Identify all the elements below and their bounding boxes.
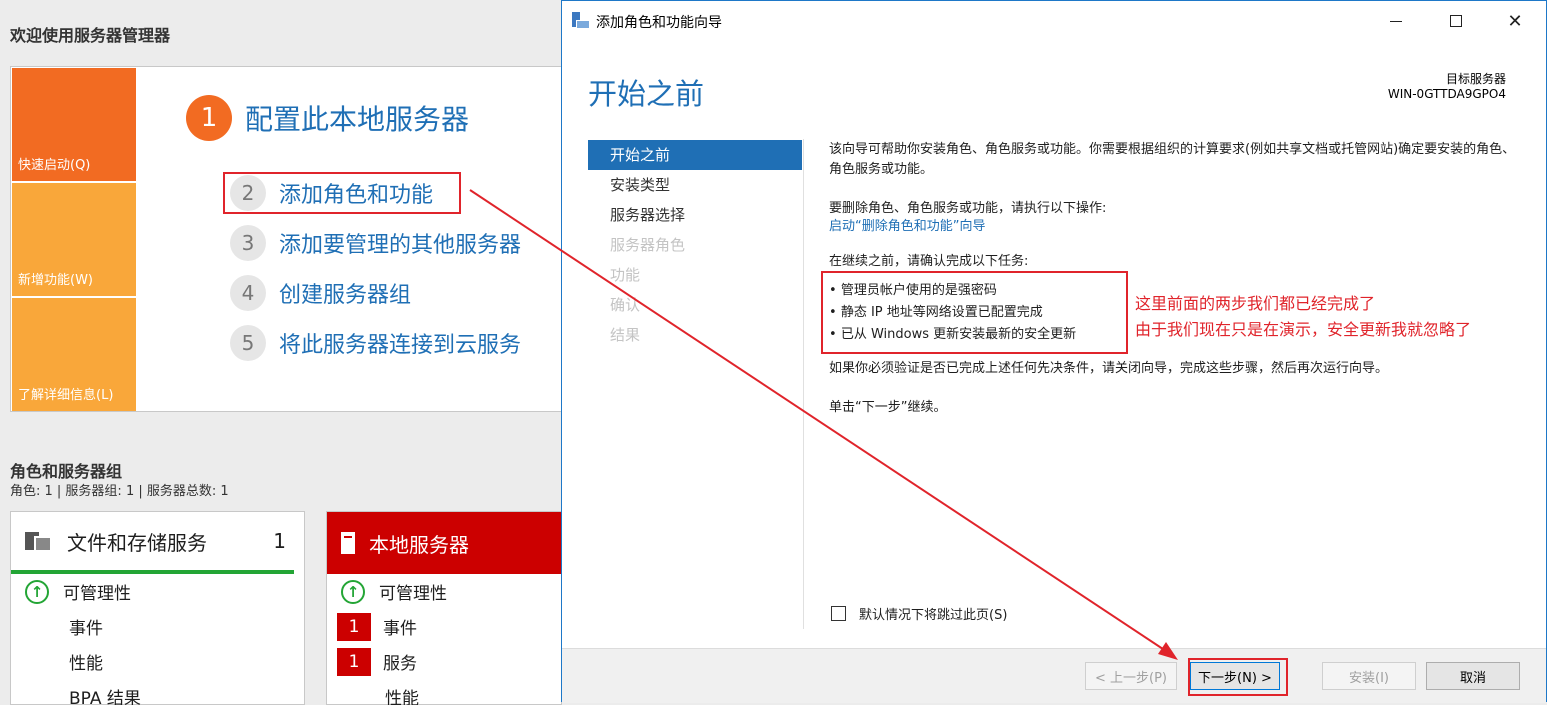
- step-4-label: 创建服务器组: [279, 283, 412, 308]
- roles-section-title: 角色和服务器组: [10, 462, 123, 481]
- card-row-label: 性能: [69, 654, 103, 674]
- file-storage-card-header[interactable]: 文件和存储服务 1: [11, 512, 294, 574]
- up-arrow-ok-icon: ↑: [341, 579, 365, 604]
- skip-page-checkbox[interactable]: [831, 606, 846, 621]
- annotation-text-2: 由于我们现在只是在演示，安全更新我就忽略了: [1135, 320, 1472, 339]
- click-next-text: 单击“下一步”继续。: [829, 400, 947, 415]
- step-5-label: 将此服务器连接到云服务: [279, 333, 522, 358]
- nav-installation-type[interactable]: 安装类型: [588, 170, 802, 200]
- nav-confirmation: 确认: [610, 296, 641, 314]
- skip-page-checkbox-label: 默认情况下将跳过此页(S): [859, 608, 1008, 623]
- step-5-connect-cloud[interactable]: 5 将此服务器连接到云服务: [230, 325, 521, 361]
- local-server-card-header[interactable]: 本地服务器: [327, 512, 561, 574]
- minimize-icon: [1390, 20, 1402, 22]
- card-row-label: 事件: [383, 619, 417, 639]
- step-4-number: 4: [230, 275, 266, 311]
- card-row[interactable]: BPA 结果: [11, 679, 304, 705]
- card-row[interactable]: ↑ 可管理性: [327, 574, 561, 609]
- tile-learn-more[interactable]: 了解详细信息(L): [12, 298, 136, 411]
- annotation-box-next-button: [1188, 658, 1288, 696]
- card-row-label: 性能: [385, 689, 419, 705]
- quick-start-panel: 快速启动(Q) 新增功能(W) 了解详细信息(L) 1 配置此本地服务器 2 添…: [10, 66, 565, 412]
- alert-count-badge: 1: [337, 612, 371, 641]
- local-server-card-title: 本地服务器: [369, 532, 469, 557]
- step-1-configure-local-server[interactable]: 1 配置此本地服务器: [186, 95, 469, 141]
- close-button[interactable]: ✕: [1503, 9, 1527, 33]
- intro-text: 该向导可帮助你安装角色、角色服务或功能。你需要根据组织的计算要求(例如共享文档或…: [829, 142, 1516, 177]
- card-row-label: 服务: [383, 654, 417, 674]
- tile-learn-more-label: 了解详细信息(L): [18, 388, 114, 403]
- maximize-icon: [1450, 15, 1462, 27]
- tile-whats-new[interactable]: 新增功能(W): [12, 183, 136, 296]
- target-server-label: 目标服务器: [1445, 72, 1506, 86]
- step-1-label: 配置此本地服务器: [245, 103, 470, 136]
- file-storage-card-count: 1: [273, 529, 286, 553]
- wizard-footer: < 上一步(P) 下一步(N) > 安装(I) 取消: [562, 648, 1546, 703]
- folder-icon: [25, 530, 53, 552]
- nav-divider: [803, 139, 804, 629]
- card-row[interactable]: 性能: [327, 679, 561, 705]
- card-row-label: 可管理性: [379, 584, 447, 604]
- card-row-label: 事件: [69, 619, 103, 639]
- intro-paragraph: 该向导可帮助你安装角色、角色服务或功能。你需要根据组织的计算要求(例如共享文档或…: [829, 140, 1524, 180]
- alert-count-badge: 1: [337, 647, 371, 676]
- remove-roles-link[interactable]: 启动“删除角色和功能”向导: [829, 215, 985, 234]
- server-icon: [341, 532, 355, 554]
- nav-results: 结果: [610, 326, 641, 344]
- card-row-label: BPA 结果: [69, 689, 141, 705]
- welcome-title: 欢迎使用服务器管理器: [10, 26, 171, 45]
- target-server-value: WIN-0GTTDA9GPO4: [1387, 87, 1506, 101]
- minimize-button[interactable]: [1384, 9, 1408, 33]
- card-row[interactable]: 事件: [11, 609, 304, 644]
- step-3-number: 3: [230, 225, 266, 261]
- close-icon: ✕: [1507, 10, 1523, 32]
- install-button[interactable]: 安装(I): [1322, 662, 1416, 690]
- card-row[interactable]: 1 服务: [327, 644, 561, 679]
- tile-quick-start[interactable]: 快速启动(Q): [12, 68, 136, 181]
- step-3-add-other-servers[interactable]: 3 添加要管理的其他服务器: [230, 225, 521, 261]
- cancel-button[interactable]: 取消: [1426, 662, 1520, 690]
- nav-before-you-begin[interactable]: 开始之前: [588, 140, 802, 170]
- step-4-create-server-group[interactable]: 4 创建服务器组: [230, 275, 411, 311]
- file-storage-card-title: 文件和存储服务: [67, 530, 207, 555]
- card-row-label: 可管理性: [63, 584, 131, 604]
- card-row[interactable]: 1 事件: [327, 609, 561, 644]
- previous-button[interactable]: < 上一步(P): [1085, 662, 1177, 690]
- file-storage-card[interactable]: 文件和存储服务 1 ↑ 可管理性 事件 性能 BPA 结果: [10, 511, 305, 705]
- remove-roles-instruction: 要删除角色、角色服务或功能，请执行以下操作:: [829, 201, 1107, 216]
- wizard-nav: 开始之前 安装类型 服务器选择 服务器角色 功能 确认 结果: [588, 140, 802, 350]
- up-arrow-ok-icon: ↑: [25, 579, 49, 604]
- verify-prerequisites-text: 如果你必须验证是否已完成上述任何先决条件，请关闭向导，完成这些步骤，然后再次运行…: [829, 361, 1389, 376]
- card-row[interactable]: 性能: [11, 644, 304, 679]
- tile-whats-new-label: 新增功能(W): [18, 273, 93, 288]
- server-manager-app-icon: [572, 12, 590, 29]
- nav-server-roles: 服务器角色: [610, 236, 686, 254]
- local-server-card[interactable]: 本地服务器 ↑ 可管理性 1 事件 1 服务 性能: [326, 511, 562, 705]
- step-5-number: 5: [230, 325, 266, 361]
- roles-section-summary: 角色: 1 | 服务器组: 1 | 服务器总数: 1: [10, 484, 229, 499]
- nav-server-selection[interactable]: 服务器选择: [588, 200, 802, 230]
- tile-quick-start-label: 快速启动(Q): [18, 158, 91, 173]
- wizard-page-heading: 开始之前: [588, 77, 705, 111]
- annotation-box-step-2: [223, 172, 461, 214]
- card-row[interactable]: ↑ 可管理性: [11, 574, 304, 609]
- step-1-number: 1: [186, 95, 232, 141]
- wizard-window-title: 添加角色和功能向导: [596, 15, 722, 31]
- skip-page-checkbox-row[interactable]: 默认情况下将跳过此页(S): [831, 604, 1007, 623]
- step-3-label: 添加要管理的其他服务器: [279, 233, 522, 258]
- prerequisites-intro: 在继续之前，请确认完成以下任务:: [829, 254, 1029, 269]
- annotation-box-prerequisites: [821, 271, 1128, 354]
- maximize-button[interactable]: [1444, 9, 1468, 33]
- add-roles-wizard: 添加角色和功能向导 ✕ 开始之前 目标服务器 WIN-0GTTDA9GPO4 开…: [561, 0, 1547, 703]
- wizard-titlebar[interactable]: 添加角色和功能向导 ✕: [562, 1, 1546, 41]
- annotation-text-1: 这里前面的两步我们都已经完成了: [1135, 294, 1376, 313]
- nav-features: 功能: [610, 266, 641, 284]
